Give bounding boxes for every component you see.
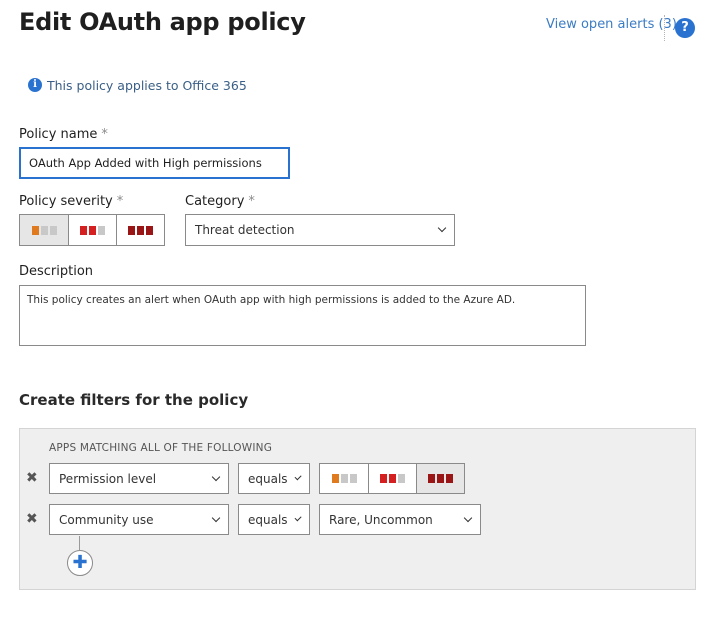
filters-heading: APPS MATCHING ALL OF THE FOLLOWING <box>49 442 273 454</box>
severity-low-button[interactable] <box>20 215 68 245</box>
severity-bar <box>31 225 39 235</box>
severity-low-icon <box>331 474 357 483</box>
severity-bar <box>446 474 453 483</box>
severity-high-button[interactable] <box>116 215 164 245</box>
chevron-down-icon <box>437 223 447 233</box>
category-select-value: Threat detection <box>195 223 295 237</box>
severity-bar <box>128 225 135 235</box>
severity-bar <box>80 225 87 235</box>
filter-operator-value: equals <box>248 471 288 486</box>
severity-bar <box>331 474 339 483</box>
description-label: Description <box>19 264 94 279</box>
view-open-alerts-link[interactable]: View open alerts (3) <box>546 17 677 32</box>
help-button[interactable]: ? <box>675 18 695 38</box>
policy-severity-label: Policy severity * <box>19 194 123 209</box>
header-divider <box>664 15 665 41</box>
severity-bar <box>137 225 144 235</box>
required-mark: * <box>101 127 108 142</box>
severity-high-icon <box>128 225 153 235</box>
severity-bar <box>398 474 405 483</box>
required-mark: * <box>248 194 255 209</box>
filter-severity-low-button[interactable] <box>320 464 368 493</box>
filter-field-select[interactable]: Community use <box>49 504 229 535</box>
chevron-down-icon <box>294 513 302 522</box>
severity-bar <box>428 474 435 483</box>
filter-operator-value: equals <box>248 512 288 527</box>
add-filter-button[interactable]: ✚ <box>67 550 93 576</box>
severity-bar <box>98 225 105 235</box>
severity-bar <box>89 225 96 235</box>
severity-bar <box>146 225 153 235</box>
filter-operator-select[interactable]: equals <box>238 463 310 494</box>
filter-field-value: Community use <box>59 512 154 527</box>
remove-filter-icon[interactable]: ✖ <box>26 511 38 527</box>
filters-section-title: Create filters for the policy <box>19 391 249 409</box>
policy-name-input[interactable]: OAuth App Added with High permissions <box>19 147 290 179</box>
page-title: Edit OAuth app policy <box>19 8 306 36</box>
chevron-down-icon <box>463 513 473 522</box>
remove-filter-icon[interactable]: ✖ <box>26 470 38 486</box>
policy-severity-selector <box>19 214 165 246</box>
policy-name-label: Policy name * <box>19 127 108 142</box>
filter-severity-medium-button[interactable] <box>368 464 416 493</box>
category-select[interactable]: Threat detection <box>185 214 455 246</box>
category-label: Category * <box>185 194 255 209</box>
severity-bar <box>349 474 357 483</box>
add-filter-connector <box>79 536 80 550</box>
severity-bar <box>49 225 57 235</box>
policy-scope-info: This policy applies to Office 365 <box>47 78 247 93</box>
severity-bar <box>437 474 444 483</box>
severity-low-icon <box>31 225 57 235</box>
chevron-down-icon <box>294 472 302 481</box>
filter-value-select[interactable]: Rare, Uncommon <box>319 504 481 535</box>
info-icon: i <box>28 78 42 92</box>
chevron-down-icon <box>211 513 221 522</box>
category-label-text: Category <box>185 194 245 209</box>
severity-high-icon <box>428 474 453 483</box>
severity-medium-icon <box>80 225 105 235</box>
policy-name-label-text: Policy name <box>19 127 98 142</box>
severity-medium-button[interactable] <box>68 215 116 245</box>
filter-permission-severity-selector <box>319 463 465 494</box>
filter-value-text: Rare, Uncommon <box>329 512 433 527</box>
filter-operator-select[interactable]: equals <box>238 504 310 535</box>
filter-severity-high-button[interactable] <box>416 464 464 493</box>
filter-field-value: Permission level <box>59 471 157 486</box>
severity-medium-icon <box>380 474 405 483</box>
severity-bar <box>340 474 348 483</box>
severity-bar <box>389 474 396 483</box>
filter-field-select[interactable]: Permission level <box>49 463 229 494</box>
severity-bar <box>380 474 387 483</box>
required-mark: * <box>116 194 124 209</box>
policy-severity-label-text: Policy severity <box>19 194 113 209</box>
description-textarea[interactable]: This policy creates an alert when OAuth … <box>19 285 586 346</box>
severity-bar <box>40 225 48 235</box>
chevron-down-icon <box>211 472 221 481</box>
